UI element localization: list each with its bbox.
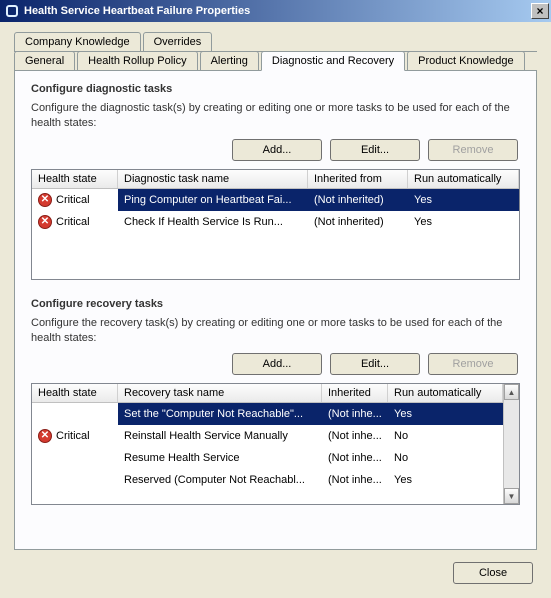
cell-health-state (32, 469, 118, 491)
cell-task-name: Check If Health Service Is Run... (118, 211, 308, 233)
critical-icon: ✕ (38, 429, 52, 443)
scroll-down-icon[interactable]: ▼ (504, 488, 519, 504)
rec-grid-wrapper: Health state Recovery task name Inherite… (31, 383, 520, 505)
tab-alerting[interactable]: Alerting (200, 51, 259, 70)
scroll-track[interactable] (504, 400, 519, 488)
cell-task-name: Reserved (Computer Not Reachabl... (118, 469, 322, 491)
tab-company-knowledge[interactable]: Company Knowledge (14, 32, 141, 51)
cell-task-name: Ping Computer on Heartbeat Fai... (118, 189, 308, 211)
critical-icon: ✕ (38, 193, 52, 207)
health-state-label: Critical (56, 194, 90, 206)
diag-section-title: Configure diagnostic tasks (31, 83, 520, 95)
cell-inherited: (Not inherited) (308, 189, 408, 211)
rec-header-auto[interactable]: Run automatically (388, 384, 503, 402)
tab-row-2: General Health Rollup Policy Alerting Di… (14, 51, 537, 71)
cell-run-auto: Yes (408, 189, 519, 211)
diag-edit-button[interactable]: Edit... (330, 139, 420, 161)
table-row[interactable]: ✕ Critical Reinstall Health Service Manual… (32, 425, 503, 447)
cell-health-state: ✕ Critical (32, 211, 118, 233)
diag-remove-button: Remove (428, 139, 518, 161)
close-icon[interactable]: × (531, 3, 549, 19)
tab-panel: Configure diagnostic tasks Configure the… (14, 71, 537, 550)
window-title: Health Service Heartbeat Failure Propert… (24, 5, 531, 17)
health-state-label: Critical (56, 430, 90, 442)
rec-remove-button: Remove (428, 353, 518, 375)
app-icon (4, 3, 20, 19)
tab-general[interactable]: General (14, 51, 75, 70)
table-row[interactable]: Set the "Computer Not Reachable"...(Not … (32, 403, 503, 425)
titlebar: Health Service Heartbeat Failure Propert… (0, 0, 551, 22)
diag-add-button[interactable]: Add... (232, 139, 322, 161)
rec-section-title: Configure recovery tasks (31, 298, 520, 310)
tab-product-knowledge[interactable]: Product Knowledge (407, 51, 524, 70)
diag-header-inherited[interactable]: Inherited from (308, 170, 408, 188)
cell-run-auto: Yes (388, 403, 503, 425)
cell-run-auto: Yes (388, 469, 503, 491)
rec-header-name[interactable]: Recovery task name (118, 384, 322, 402)
table-row[interactable]: Resume Health Service(Not inhe...No (32, 447, 503, 469)
cell-inherited: (Not inhe... (322, 447, 388, 469)
cell-health-state (32, 447, 118, 469)
rec-header-state[interactable]: Health state (32, 384, 118, 402)
cell-run-auto: No (388, 425, 503, 447)
rec-edit-button[interactable]: Edit... (330, 353, 420, 375)
diag-header-auto[interactable]: Run automatically (408, 170, 519, 188)
critical-icon: ✕ (38, 215, 52, 229)
table-row[interactable]: ✕ Critical Check If Health Service Is Run.… (32, 211, 519, 233)
cell-health-state: ✕ Critical (32, 189, 118, 211)
rec-scrollbar[interactable]: ▲ ▼ (503, 384, 519, 504)
cell-run-auto: Yes (408, 211, 519, 233)
diag-header-name[interactable]: Diagnostic task name (118, 170, 308, 188)
cell-inherited: (Not inhe... (322, 403, 388, 425)
diag-header-state[interactable]: Health state (32, 170, 118, 188)
cell-task-name: Resume Health Service (118, 447, 322, 469)
table-row[interactable]: Reserved (Computer Not Reachabl...(Not i… (32, 469, 503, 491)
scroll-up-icon[interactable]: ▲ (504, 384, 519, 400)
table-row[interactable]: ✕ Critical Ping Computer on Heartbeat Fai.… (32, 189, 519, 211)
cell-inherited: (Not inhe... (322, 469, 388, 491)
cell-run-auto: No (388, 447, 503, 469)
cell-health-state: ✕ Critical (32, 425, 118, 447)
cell-task-name: Set the "Computer Not Reachable"... (118, 403, 322, 425)
diag-grid: Health state Diagnostic task name Inheri… (31, 169, 520, 280)
health-state-label: Critical (56, 216, 90, 228)
close-button[interactable]: Close (453, 562, 533, 584)
tab-overrides[interactable]: Overrides (143, 32, 213, 51)
rec-grid: Health state Recovery task name Inherite… (32, 384, 503, 504)
tab-health-rollup-policy[interactable]: Health Rollup Policy (77, 51, 197, 70)
tab-row-1: Company Knowledge Overrides (14, 32, 537, 52)
rec-header-inherited[interactable]: Inherited (322, 384, 388, 402)
diag-section-desc: Configure the diagnostic task(s) by crea… (31, 101, 520, 131)
tab-diagnostic-and-recovery[interactable]: Diagnostic and Recovery (261, 51, 405, 71)
rec-add-button[interactable]: Add... (232, 353, 322, 375)
cell-health-state (32, 403, 118, 425)
cell-task-name: Reinstall Health Service Manually (118, 425, 322, 447)
cell-inherited: (Not inherited) (308, 211, 408, 233)
rec-section-desc: Configure the recovery task(s) by creati… (31, 316, 520, 346)
cell-inherited: (Not inhe... (322, 425, 388, 447)
